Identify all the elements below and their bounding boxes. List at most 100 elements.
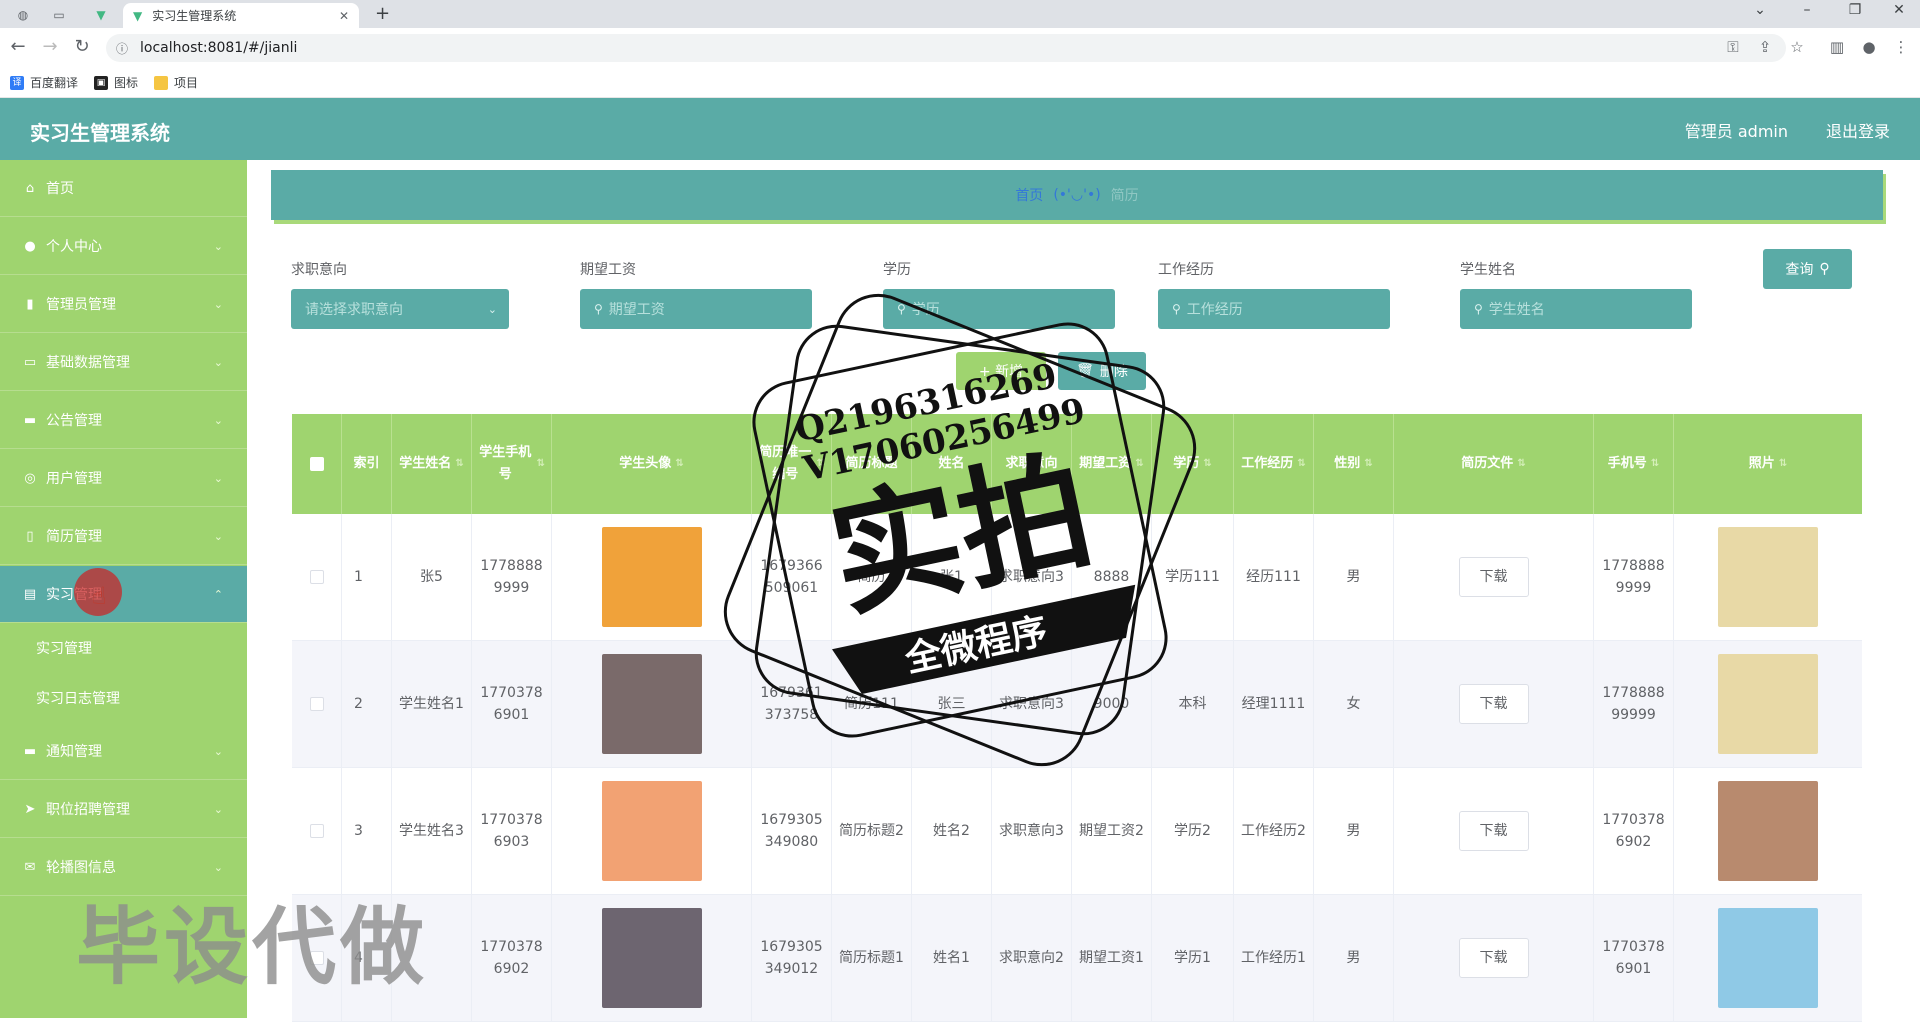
table-row: 3 学生姓名3 17703786903 1679305349080 简历标题2 … [292, 768, 1862, 895]
breadcrumb-current: 简历 [1110, 188, 1139, 204]
tab-title: 实习生管理系统 [152, 9, 237, 23]
photo-image[interactable] [1718, 654, 1818, 754]
col-education[interactable]: 学历 ⇅ [1152, 414, 1234, 514]
sidebar-item-users[interactable]: ◎ 用户管理 ⌄ [0, 450, 247, 507]
key-icon[interactable]: ⚿ [1722, 38, 1744, 56]
blank-tab-icon[interactable]: ▭ [48, 5, 70, 25]
download-button[interactable]: 下载 [1458, 938, 1529, 978]
intent-select[interactable]: 请选择求职意向 ⌄ [291, 289, 509, 329]
sidebar-item-internship[interactable]: ▤实习管理⌃ [0, 566, 247, 623]
bookmark-project[interactable]: 项目 [154, 74, 198, 91]
photo-image[interactable] [1718, 781, 1818, 881]
new-tab-icon[interactable]: + [375, 3, 390, 24]
cell-salary: 期望工资1 [1072, 895, 1152, 1021]
sidebar-subitem-internship[interactable]: 实习管理 [0, 623, 247, 673]
vue-tab-icon[interactable]: ▼ [90, 5, 112, 25]
bookmark-translate[interactable]: 译百度翻译 [10, 74, 78, 91]
col-student-name[interactable]: 学生姓名 ⇅ [392, 414, 472, 514]
home-icon: ⌂ [25, 180, 35, 196]
intent-label: 求职意向 [291, 262, 347, 278]
globe-icon[interactable]: ◍ [12, 5, 34, 25]
download-button[interactable]: 下载 [1458, 557, 1529, 597]
col-name[interactable]: 姓名 [912, 414, 992, 514]
experience-label: 工作经历 [1158, 262, 1214, 278]
student-avatar-image[interactable] [601, 527, 702, 627]
active-tab[interactable]: ▼ 实习生管理系统 ✕ [123, 3, 359, 28]
back-icon[interactable]: ← [6, 36, 30, 57]
col-salary[interactable]: 期望工资 ⇅ [1072, 414, 1152, 514]
cell-gender: 女 [1314, 641, 1394, 767]
row-checkbox[interactable] [309, 697, 324, 711]
cell-student-name: 张5 [392, 514, 472, 640]
student-avatar-image[interactable] [601, 781, 702, 881]
breadcrumb-home[interactable]: 首页 [1015, 185, 1043, 205]
chevron-down-icon: ⌄ [213, 297, 223, 311]
users-icon: ◎ [24, 470, 36, 486]
add-button[interactable]: + 新增 [956, 352, 1046, 390]
sidebar-item-announcement[interactable]: ▬ 公告管理 ⌄ [0, 392, 247, 449]
close-window-icon[interactable]: ✕ [1884, 2, 1914, 18]
minimize-icon[interactable]: – [1792, 2, 1822, 18]
app-header: 实习生管理系统 管理员 admin 退出登录 [0, 98, 1920, 160]
col-resume-title[interactable]: 简历标题 [832, 414, 912, 514]
student-avatar-image[interactable] [601, 654, 702, 754]
sidebar-item-admin[interactable]: ▮ 管理员管理 ⌄ [0, 276, 247, 333]
salary-input[interactable]: ⚲ 期望工资 [580, 289, 812, 329]
cell-resume-uid: 1679305349012 [752, 895, 832, 1021]
select-all-checkbox[interactable] [309, 457, 324, 471]
restore-icon[interactable]: ❐ [1840, 2, 1870, 18]
edu-input[interactable]: ⚲ 学历 [883, 289, 1115, 329]
share-icon[interactable]: ⇪ [1754, 38, 1776, 56]
bookmark-icons[interactable]: ▣ 图标 [94, 74, 138, 91]
student-avatar-image[interactable] [601, 908, 702, 1008]
sidebar-subitem-internship-log[interactable]: 实习日志管理 [0, 673, 247, 723]
profile-icon[interactable]: ● [1858, 38, 1880, 56]
photo-image[interactable] [1718, 908, 1818, 1008]
cell-name: 姓名2 [912, 768, 992, 894]
tab-search-icon[interactable]: ⌄ [1745, 2, 1775, 18]
sidebar-item-home[interactable]: ⌂ 首页 [0, 160, 247, 217]
cell-student-phone: 17703786901 [472, 641, 552, 767]
col-intent[interactable]: 求职意向 [992, 414, 1072, 514]
cell-name: 姓名1 [912, 895, 992, 1021]
col-phone[interactable]: 手机号 ⇅ [1594, 414, 1674, 514]
reload-icon[interactable]: ↻ [70, 36, 94, 57]
cell-student-phone: 17703786903 [472, 768, 552, 894]
sidepanel-icon[interactable]: ▥ [1826, 38, 1848, 56]
breadcrumb: 首页 (•'◡'•) 简历 [271, 170, 1883, 220]
forward-icon[interactable]: → [38, 36, 62, 57]
sort-icon: ⇅ [536, 458, 545, 469]
sidebar-item-jobs[interactable]: ➤ 职位招聘管理 ⌄ [0, 781, 247, 838]
chevron-down-icon: ⌄ [213, 529, 223, 543]
query-button[interactable]: 查询 ⚲ [1763, 249, 1852, 289]
download-button[interactable]: 下载 [1458, 811, 1529, 851]
star-icon[interactable]: ☆ [1786, 38, 1808, 56]
col-gender[interactable]: 性别 ⇅ [1314, 414, 1394, 514]
row-checkbox[interactable] [309, 570, 324, 584]
sort-icon: ⇅ [1778, 458, 1788, 469]
sidebar-item-notice[interactable]: ▬ 通知管理 ⌄ [0, 723, 247, 780]
browser-tab-bar: ◍ ▭ ▼ ▼ 实习生管理系统 ✕ + ⌄ – ❐ ✕ [0, 0, 1920, 28]
sidebar-item-basedata[interactable]: ▭ 基础数据管理 ⌄ [0, 334, 247, 391]
sidebar-item-resume[interactable]: ▯ 简历管理 ⌄ [0, 508, 247, 565]
col-student-avatar[interactable]: 学生头像 ⇅ [552, 414, 752, 514]
site-info-icon[interactable]: ⓘ [116, 40, 128, 57]
row-checkbox[interactable] [309, 824, 324, 838]
sidebar-item-profile[interactable]: ● 个人中心 ⌄ [0, 218, 247, 275]
experience-input[interactable]: ⚲ 工作经历 [1158, 289, 1390, 329]
logout-link[interactable]: 退出登录 [1826, 118, 1890, 142]
cell-resume-file: 下载 [1394, 641, 1594, 767]
download-button[interactable]: 下载 [1458, 684, 1529, 724]
photo-image[interactable] [1718, 527, 1818, 627]
tab-close-icon[interactable]: ✕ [339, 9, 349, 23]
col-experience[interactable]: 工作经历 ⇅ [1234, 414, 1314, 514]
menu-icon[interactable]: ⋮ [1890, 38, 1912, 56]
col-photo[interactable]: 照片 ⇅ [1674, 414, 1862, 514]
url-bar[interactable]: ⓘ localhost:8081/#/jianli [106, 34, 1786, 62]
col-student-phone[interactable]: 学生手机号 ⇅ [472, 414, 552, 514]
col-resume-uid[interactable]: 简历唯一编号 ⇅ [752, 414, 832, 514]
delete-button[interactable]: 🗑 删除 [1058, 352, 1146, 390]
student-name-input[interactable]: ⚲ 学生姓名 [1460, 289, 1692, 329]
chevron-down-icon: ⌄ [213, 744, 223, 758]
col-resume-file[interactable]: 简历文件 ⇅ [1394, 414, 1594, 514]
